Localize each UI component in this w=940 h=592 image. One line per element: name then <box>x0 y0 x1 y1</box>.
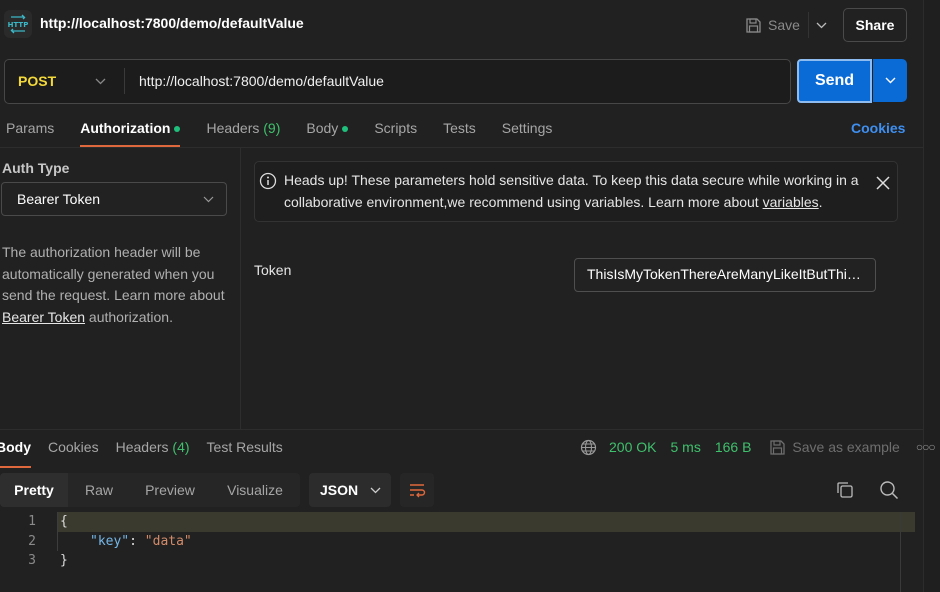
code-line: 3 } <box>0 551 915 571</box>
wrap-lines-button[interactable] <box>400 473 434 507</box>
share-button[interactable]: Share <box>843 8 907 42</box>
chevron-down-icon <box>370 487 381 493</box>
chevron-down-icon[interactable] <box>92 72 108 90</box>
json-separator: : <box>129 533 145 549</box>
tab-label: Params <box>6 120 55 136</box>
line-number: 1 <box>28 514 36 530</box>
response-code-editor[interactable]: 1 { 2 "key": "data" 3 } <box>0 512 915 571</box>
code-line: 1 { <box>0 512 915 532</box>
save-as-example-button[interactable]: Save as example <box>769 439 900 456</box>
info-icon <box>259 172 277 190</box>
auth-type-value: Bearer Token <box>17 191 101 207</box>
panel-divider[interactable] <box>240 148 241 430</box>
alert-message: Heads up! These parameters hold sensitiv… <box>284 170 864 213</box>
wrap-icon <box>410 484 426 498</box>
line-number: 2 <box>28 533 36 549</box>
tab-tests[interactable]: Tests <box>443 118 476 146</box>
auth-desc-text-end: authorization. <box>85 309 173 326</box>
headers-count: (9) <box>263 120 281 136</box>
auth-type-label: Auth Type <box>2 160 70 176</box>
view-preview[interactable]: Preview <box>130 473 210 507</box>
editor-ruler <box>900 512 901 592</box>
code-text: } <box>60 553 68 569</box>
method-select[interactable]: POST <box>18 73 56 89</box>
status-code[interactable]: 200 OK <box>609 439 656 455</box>
active-dot-indicator <box>174 126 181 133</box>
save-icon <box>746 17 761 33</box>
format-select[interactable]: JSON <box>309 473 391 507</box>
tab-authorization[interactable]: Authorization <box>80 118 181 147</box>
response-tab-headers[interactable]: Headers (4) <box>116 439 190 467</box>
tab-params[interactable]: Params <box>6 118 54 146</box>
response-time[interactable]: 5 ms <box>670 439 700 455</box>
view-raw[interactable]: Raw <box>68 473 130 507</box>
chevron-down-icon <box>816 22 827 28</box>
view-mode-segment: Pretty Raw Preview Visualize <box>0 473 300 507</box>
tab-label: Authorization <box>80 120 171 136</box>
json-value: "data" <box>144 533 192 549</box>
active-dot-indicator <box>342 126 349 133</box>
response-status-bar: 200 OK 5 ms 166 B Save as example ○○○ <box>580 438 936 456</box>
save-label: Save <box>768 17 800 33</box>
send-options-button[interactable] <box>873 59 907 102</box>
tab-settings[interactable]: Settings <box>502 118 553 146</box>
chevron-down-icon <box>200 191 216 207</box>
auth-description: The authorization header will be automat… <box>2 242 238 329</box>
tab-scripts[interactable]: Scripts <box>374 118 417 146</box>
tab-label: Tests <box>443 120 476 136</box>
json-key: "key" <box>90 533 130 549</box>
response-divider[interactable] <box>0 429 923 430</box>
response-size[interactable]: 166 B <box>715 439 752 455</box>
view-pretty[interactable]: Pretty <box>0 473 68 507</box>
response-tab-test-results[interactable]: Test Results <box>207 439 283 467</box>
copy-icon[interactable] <box>836 481 854 499</box>
line-number: 3 <box>28 553 36 569</box>
url-bar <box>4 59 791 104</box>
request-tabs: Params Authorization Headers (9) Body Sc… <box>0 118 578 148</box>
token-label: Token <box>254 262 292 278</box>
cookies-link[interactable]: Cookies <box>851 120 905 136</box>
divider <box>0 147 923 148</box>
format-value: JSON <box>320 482 359 498</box>
alert-text-end: . <box>818 193 823 210</box>
save-button[interactable]: Save <box>745 12 800 38</box>
save-icon <box>770 439 786 455</box>
close-icon[interactable] <box>874 174 892 192</box>
globe-icon[interactable] <box>580 439 597 456</box>
tab-headers[interactable]: Headers (9) <box>206 118 280 146</box>
tab-body[interactable]: Body <box>306 118 349 146</box>
response-tab-body[interactable]: Body <box>0 439 31 468</box>
variables-link[interactable]: variables <box>763 194 819 210</box>
response-tab-cookies[interactable]: Cookies <box>48 439 99 467</box>
bearer-token-link[interactable]: Bearer Token <box>2 309 85 325</box>
view-visualize[interactable]: Visualize <box>210 473 300 507</box>
svg-text:HTTP: HTTP <box>8 21 29 29</box>
http-icon: HTTP <box>4 10 32 38</box>
auth-desc-text: The authorization header will be automat… <box>2 244 225 304</box>
tab-label: Headers <box>115 439 169 455</box>
save-as-example-label: Save as example <box>792 439 900 455</box>
url-input[interactable]: http://localhost:7800/demo/defaultValue <box>139 73 384 89</box>
chevron-down-icon <box>885 77 895 84</box>
save-options-button[interactable] <box>808 12 834 38</box>
tab-label: Body <box>306 120 339 136</box>
token-input[interactable]: ThisIsMyTokenThereAreManyLikeItButThisOn… <box>574 258 876 292</box>
headers-count: (4) <box>172 439 190 455</box>
response-tabs: Body Cookies Headers (4) Test Results <box>0 439 300 469</box>
more-options-icon[interactable]: ○○○ <box>916 440 936 454</box>
code-line: 2 "key": "data" <box>0 531 915 551</box>
search-icon[interactable] <box>879 480 899 500</box>
request-title: http://localhost:7800/demo/defaultValue <box>40 15 304 31</box>
tab-label: Scripts <box>374 120 418 136</box>
send-button[interactable]: Send <box>797 59 872 103</box>
right-sidebar-strip <box>923 0 940 592</box>
code-text: { <box>60 514 68 530</box>
tab-label: Headers <box>206 120 260 136</box>
url-divider <box>124 68 125 94</box>
tab-label: Settings <box>501 120 553 136</box>
